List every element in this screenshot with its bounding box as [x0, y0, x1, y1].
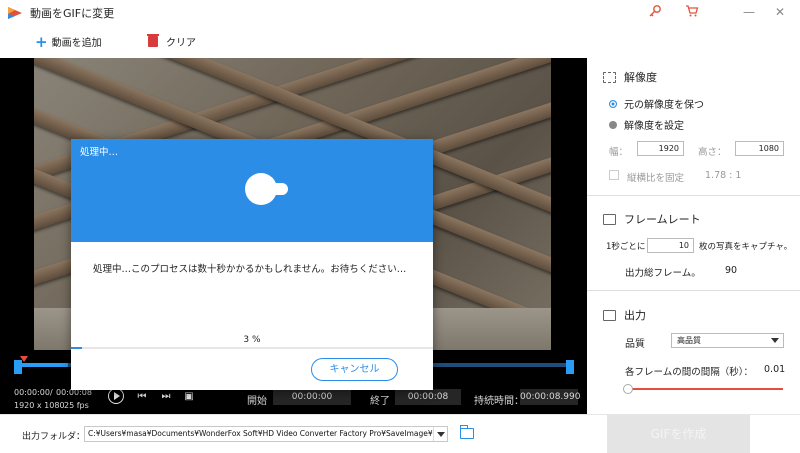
lightbulb-icon	[245, 173, 288, 205]
quality-select[interactable]: 高品質	[671, 333, 784, 348]
height-field[interactable]: 1080	[735, 141, 784, 156]
play-button[interactable]	[108, 388, 124, 404]
window-title: 動画をGIFに変更	[30, 7, 115, 20]
progress-percent: 3 %	[243, 335, 261, 345]
width-field[interactable]: 1920	[637, 141, 684, 156]
trim-end-handle[interactable]	[566, 360, 574, 374]
key-icon[interactable]	[647, 4, 663, 20]
width-label: 幅：	[609, 147, 629, 158]
progress-bar-fill	[71, 347, 82, 349]
dialog-message: 処理中…このプロセスは数十秒かかるかもしれません。お待ちください…	[93, 264, 407, 275]
per-second-suffix: 枚の写真をキャプチャ。	[699, 242, 793, 252]
video-resolution: 1920 x 1080	[14, 401, 65, 410]
trim-start-handle[interactable]	[14, 360, 22, 374]
chevron-down-icon[interactable]	[433, 427, 447, 441]
duration-label: 持続時間：	[474, 396, 524, 407]
clear-label: クリア	[166, 38, 196, 49]
interval-value: 0.01	[764, 364, 786, 375]
fix-ratio-label: 縦横比を固定	[627, 173, 685, 184]
resolution-section-header: 解像度	[603, 69, 657, 85]
set-resolution-option[interactable]: 解像度を設定	[609, 117, 684, 132]
resolution-icon	[603, 71, 616, 83]
dialog-header: 処理中…	[71, 139, 433, 242]
resolution-title: 解像度	[624, 71, 657, 84]
set-resolution-label: 解像度を設定	[624, 121, 684, 132]
snapshot-icon[interactable]: ▣	[183, 391, 195, 402]
output-section-header: 出力	[603, 307, 646, 323]
height-label: 高さ：	[698, 147, 727, 158]
trash-icon	[147, 34, 159, 47]
next-frame-icon[interactable]: ⏭	[160, 391, 172, 402]
plus-icon: +	[35, 32, 48, 51]
interval-slider-knob[interactable]	[623, 384, 633, 394]
cart-icon[interactable]	[684, 4, 700, 20]
film-icon	[603, 213, 616, 225]
start-time-field[interactable]: 00:00:00	[273, 389, 351, 405]
quality-label: 品質	[625, 339, 645, 350]
processing-dialog: 処理中… 処理中…このプロセスは数十秒かかるかもしれません。お待ちください… 3…	[71, 139, 433, 390]
add-video-label: 動画を追加	[51, 38, 102, 49]
settings-panel: 解像度 元の解像度を保つ 解像度を設定 幅： 1920 高さ： 1080 縦横比…	[587, 58, 800, 414]
app-logo-icon	[8, 7, 22, 19]
keep-original-label: 元の解像度を保つ	[624, 100, 704, 111]
current-time: 00:00:00	[14, 388, 50, 397]
interval-label: 各フレームの間の間隔（秒）：	[625, 367, 753, 378]
output-title: 出力	[624, 309, 646, 322]
clear-button[interactable]: クリア	[147, 34, 196, 49]
cancel-button[interactable]: キャンセル	[311, 358, 398, 381]
open-folder-icon[interactable]	[460, 425, 474, 439]
total-frames-label: 出力総フレーム。	[625, 268, 701, 279]
radio-selected-icon	[609, 99, 617, 108]
per-second-prefix: 1秒ごとに	[606, 242, 646, 252]
duration-value: 00:00:08.990	[520, 389, 580, 405]
output-folder-path: C:¥Users¥masa¥Documents¥WonderFox Soft¥H…	[88, 429, 433, 438]
dialog-title: 処理中…	[80, 147, 119, 158]
end-time-field[interactable]: 00:00:08	[395, 389, 461, 405]
frames-per-second-field[interactable]: 10	[647, 238, 694, 253]
ratio-value: 1.78 : 1	[705, 170, 742, 181]
end-label: 終了	[370, 396, 390, 407]
minimize-button[interactable]: —	[739, 3, 759, 21]
prev-frame-icon[interactable]: ⏮	[136, 391, 148, 402]
fix-ratio-checkbox[interactable]	[609, 170, 619, 180]
output-folder-field[interactable]: C:¥Users¥masa¥Documents¥WonderFox Soft¥H…	[84, 426, 448, 442]
output-folder-label: 出力フォルダ：	[22, 432, 86, 442]
close-button[interactable]: ✕	[770, 3, 790, 21]
keep-original-resolution-option[interactable]: 元の解像度を保つ	[609, 96, 704, 111]
progress-bar	[71, 347, 433, 349]
radio-unselected-icon	[609, 120, 617, 129]
framerate-section-header: フレームレート	[603, 211, 701, 227]
interval-slider-track[interactable]	[627, 388, 783, 390]
video-fps: 25 fps	[64, 401, 89, 410]
title-bar: 動画をGIFに変更 — ✕	[0, 0, 800, 26]
output-image-icon	[603, 309, 616, 321]
toolbar: + 動画を追加 クリア	[0, 26, 800, 58]
start-label: 開始	[247, 396, 267, 407]
timeline-progress	[18, 363, 68, 367]
add-video-button[interactable]: + 動画を追加	[35, 34, 102, 49]
framerate-title: フレームレート	[624, 213, 701, 226]
total-frames-value: 90	[725, 265, 738, 276]
bottom-bar: 出力フォルダ： C:¥Users¥masa¥Documents¥WonderFo…	[0, 414, 800, 453]
make-gif-button[interactable]: GIFを作成	[607, 415, 750, 453]
